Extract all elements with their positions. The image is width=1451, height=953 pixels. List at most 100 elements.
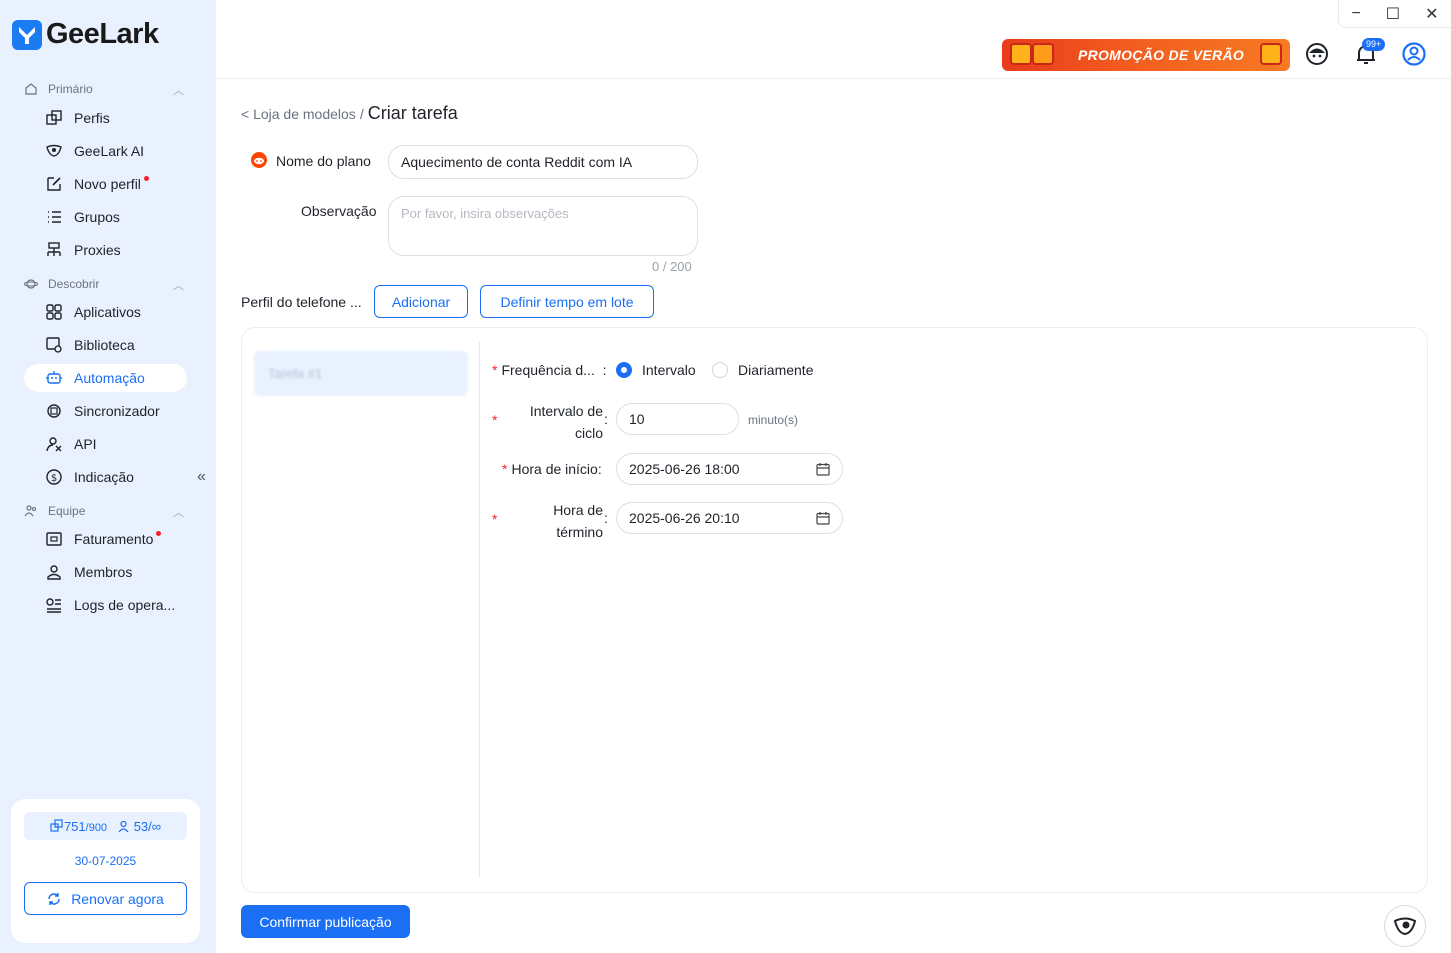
task-tab[interactable]: Tarefa #1 [254,351,468,396]
cycle-value: 10 [629,411,645,427]
edit-icon [47,177,61,191]
gift-icon [1260,43,1282,65]
sidebar-item-membros[interactable]: Membros [24,558,187,586]
page-title: Criar tarefa [367,103,458,123]
svg-text:$: $ [51,473,57,484]
sidebar-item-perfis[interactable]: Perfis [24,104,187,132]
note-placeholder: Por favor, insira observações [401,206,569,221]
note-textarea[interactable]: Por favor, insira observações [388,196,698,256]
plan-name-input[interactable]: Aquecimento de conta Reddit com IA [388,145,698,179]
account-icon[interactable] [1400,40,1428,68]
robot-icon [46,371,62,384]
expiry-date: 30-07-2025 [74,854,137,868]
calendar-icon [816,512,830,525]
sidebar-item-grupos[interactable]: Grupos [24,203,187,231]
add-button[interactable]: Adicionar [374,285,468,318]
sidebar-item-api[interactable]: API [24,430,187,458]
logo[interactable]: GeeLark [12,18,159,51]
sidebar-item-label: Logs de opera... [74,597,176,613]
promo-label: PROMOÇÃO DE VERÃO [1077,47,1245,63]
sidebar-item-label: Biblioteca [74,337,135,353]
notification-badge: 99+ [1362,38,1386,51]
user-icon [47,565,61,580]
breadcrumb-parent[interactable]: < Loja de modelos [241,106,356,122]
end-time-input[interactable]: 2025-06-26 20:10 [616,502,843,534]
frequency-label: * Frequência d... : [492,362,607,378]
confirm-publish-button[interactable]: Confirmar publicação [241,905,410,938]
section-equipe[interactable]: Equipe ︿ [24,504,184,519]
chevron-up-icon: ︿ [173,280,184,292]
colon: : [604,510,608,526]
confirm-label: Confirmar publicação [259,913,392,930]
breadcrumb: < Loja de modelos / Criar tarefa [241,103,458,124]
task-tab-label: Tarefa #1 [268,366,323,381]
dollar-icon: $ [46,469,62,485]
sidebar-item-label: Indicação [74,469,134,485]
profiles-used: 751 [63,818,86,834]
new-dot [143,175,149,181]
section-descobrir[interactable]: Descobrir ︿ [24,277,184,292]
collapse-sidebar-icon[interactable]: « [197,468,206,486]
sidebar-item-proxies[interactable]: Proxies [24,236,187,264]
planet-icon [24,279,38,289]
start-time-input[interactable]: 2025-06-26 18:00 [616,453,843,485]
sidebar-item-label: Perfis [74,110,110,126]
apps-icon [46,304,62,320]
home-icon [25,83,37,95]
refresh-icon [48,892,60,905]
quota-box: 751/900 53/∞ [24,812,187,840]
gift-icon [1032,43,1054,65]
sidebar-item-automacao[interactable]: Automação [24,364,187,392]
sidebar-item-novo-perfil[interactable]: Novo perfil [24,170,187,198]
cycle-interval-input[interactable]: 10 [616,403,739,435]
close-button[interactable]: ✕ [1425,4,1438,24]
sidebar-item-indicacao[interactable]: $ Indicação [24,463,187,491]
maximize-button[interactable]: ☐ [1386,4,1400,24]
cycle-label: Intervalo de ciclo [529,403,603,441]
sidebar-item-biblioteca[interactable]: Biblioteca [24,331,187,359]
note-counter: 0 / 200 [652,259,692,274]
logs-icon [46,598,61,613]
promo-banner[interactable]: PROMOÇÃO DE VERÃO [1002,39,1290,71]
frequency-radio-interval[interactable]: Intervalo [616,362,696,378]
assistant-eye-icon[interactable] [1384,905,1426,947]
sidebar-item-label: Faturamento [74,531,154,547]
section-label: Descobrir [48,277,100,291]
start-time-value: 2025-06-26 18:00 [629,461,740,477]
topbar: − ☐ ✕ PROMOÇÃO DE VERÃO 99+ [216,0,1451,79]
sidebar-item-logs[interactable]: Logs de opera... [24,591,187,619]
sidebar: GeeLark Primário ︿ Perfis GeeLark AI Nov… [0,0,216,953]
eye-icon [46,144,62,157]
panel-divider [479,342,480,878]
sidebar-item-faturamento[interactable]: Faturamento [24,525,187,553]
phone-profile-label: Perfil do telefone ... [241,294,362,310]
sidebar-item-geelark-ai[interactable]: GeeLark AI [24,137,187,165]
plan-name-value: Aquecimento de conta Reddit com IA [401,154,633,170]
chevron-up-icon: ︿ [173,85,184,97]
members-total: /∞ [148,818,162,834]
batch-time-button[interactable]: Definir tempo em lote [480,285,654,318]
renew-button[interactable]: Renovar agora [24,882,187,915]
sidebar-item-sincronizador[interactable]: Sincronizador [24,397,187,425]
list-icon [48,211,61,223]
support-icon[interactable] [1303,40,1331,68]
sync-icon [47,404,61,418]
logo-text: GeeLark [46,18,159,50]
chevron-up-icon: ︿ [173,507,184,519]
sidebar-item-label: Aplicativos [74,304,141,320]
minimize-button[interactable]: − [1351,5,1360,23]
radio-selected [616,362,632,378]
billing-icon [46,532,62,546]
sidebar-item-label: Grupos [74,209,120,225]
library-icon [46,337,62,353]
sidebar-item-label: Membros [74,564,133,580]
frequency-radio-daily[interactable]: Diariamente [712,362,813,378]
reddit-icon [251,152,267,168]
section-primario[interactable]: Primário ︿ [24,82,184,97]
section-label: Equipe [48,504,86,518]
sidebar-item-label: Novo perfil [74,176,141,192]
sidebar-item-label: Sincronizador [74,403,160,419]
sidebar-item-aplicativos[interactable]: Aplicativos [24,298,187,326]
task-panel [241,327,1428,893]
network-icon [47,242,61,256]
